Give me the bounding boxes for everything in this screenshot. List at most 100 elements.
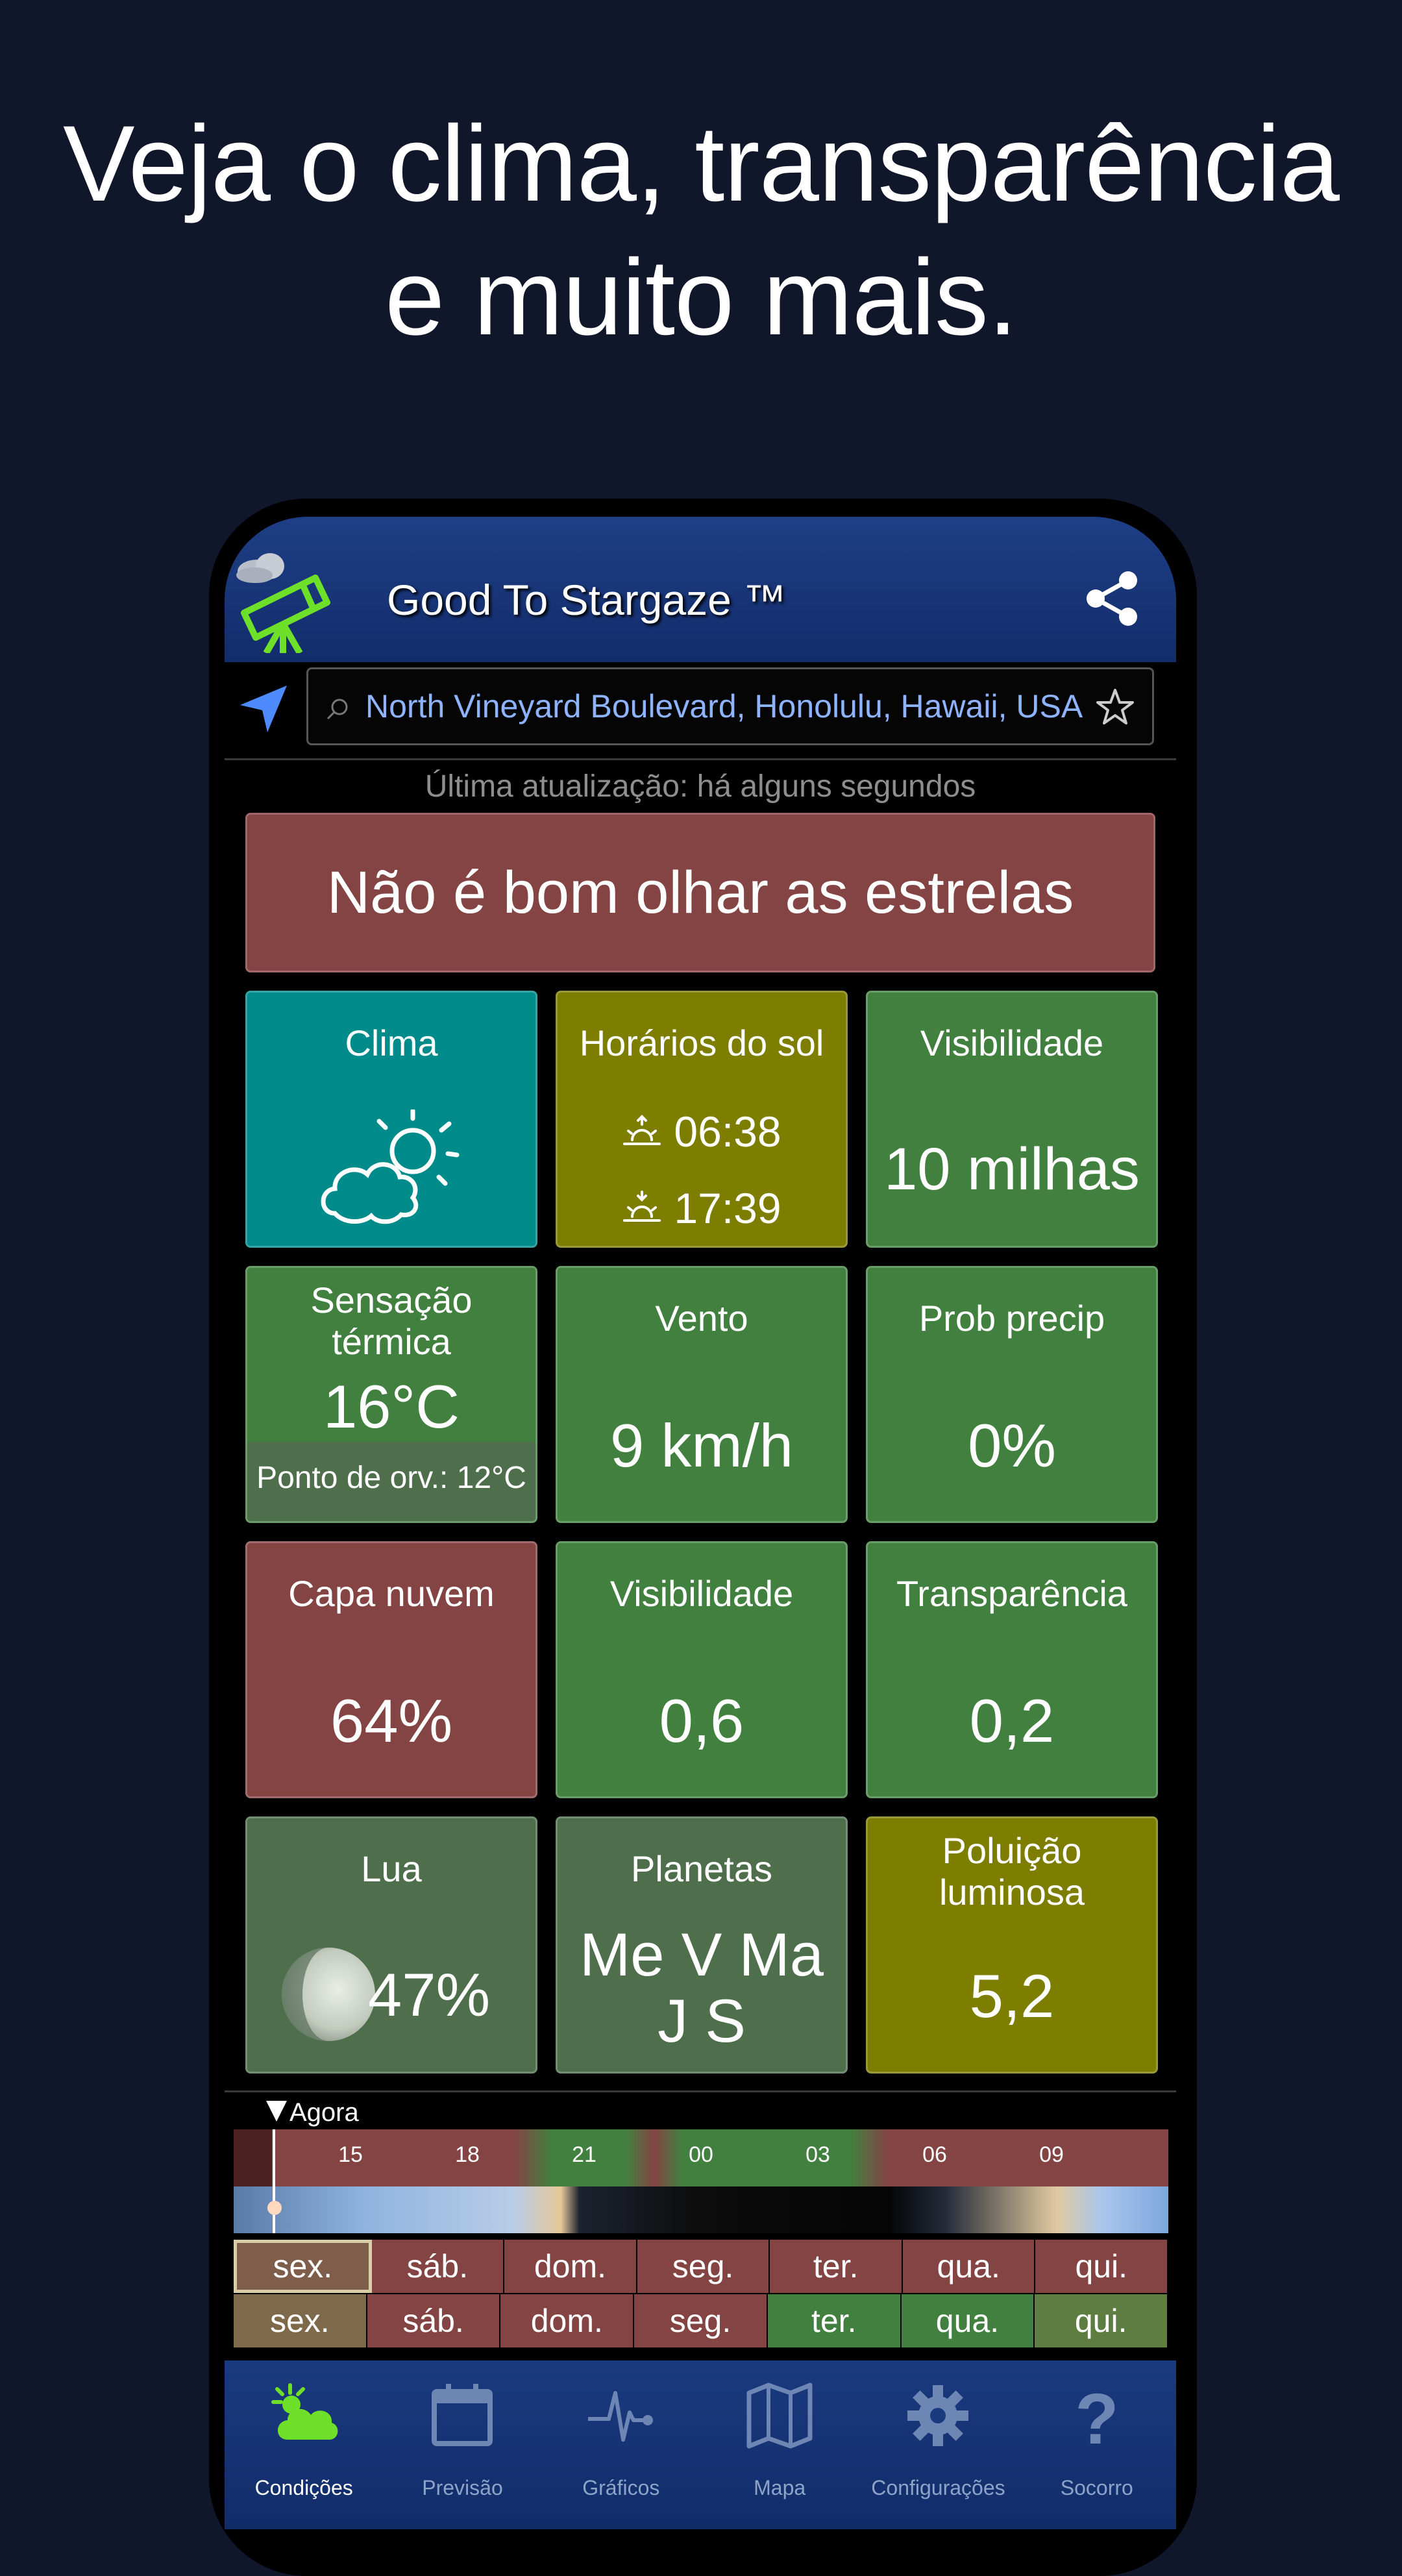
- gear-icon: [907, 2385, 969, 2446]
- tile-weather[interactable]: Clima: [245, 991, 537, 1248]
- tile-transparency[interactable]: Transparência 0,2: [866, 1541, 1158, 1798]
- day-tab-ter[interactable]: ter.: [767, 2294, 902, 2347]
- hour-label: 15: [338, 2142, 363, 2167]
- tile-planets[interactable]: Planetas Me V Ma J S: [556, 1816, 848, 2074]
- partly-cloudy-icon: [321, 1109, 460, 1224]
- tile-light-pollution-label: Poluição luminosa: [868, 1830, 1156, 1913]
- dew-point-band: Ponto de orv.: 12°C: [247, 1442, 535, 1521]
- search-icon: [326, 699, 348, 720]
- nav-map[interactable]: Mapa: [700, 2360, 859, 2529]
- app-title: Good To Stargaze ™: [387, 576, 787, 624]
- telescope-cloud-icon: [236, 553, 330, 653]
- nav-charts[interactable]: Gráficos: [542, 2360, 700, 2529]
- tile-moon-value: 47%: [367, 1961, 491, 2029]
- tile-cloud-label: Capa nuvem: [288, 1573, 495, 1614]
- day-selector-row-2: sex. sáb. dom. seg. ter. qua. qui.: [234, 2294, 1169, 2347]
- headline-line-2: e muito mais.: [384, 238, 1018, 358]
- tile-precip-value: 0%: [968, 1411, 1056, 1480]
- app-screen: Good To Stargaze ™ North Vineyard Boulev…: [225, 517, 1176, 2529]
- tile-weather-label: Clima: [345, 1022, 438, 1063]
- bottom-navigation: Condições Previsão Gráficos Mapa Configu…: [225, 2360, 1176, 2529]
- tile-seeing[interactable]: Visibilidade 0,6: [556, 1541, 848, 1798]
- tile-light-pollution-value: 5,2: [969, 1962, 1055, 2030]
- question-mark-icon: ?: [1075, 2380, 1118, 2451]
- day-tab-seg[interactable]: seg.: [637, 2240, 770, 2293]
- hour-label: 00: [689, 2142, 713, 2167]
- tile-seeing-label: Visibilidade: [609, 1573, 794, 1614]
- day-tab-sex[interactable]: sex.: [234, 2294, 367, 2347]
- nav-label: Socorro: [1060, 2476, 1133, 2499]
- now-marker-icon: [266, 2101, 287, 2122]
- share-icon[interactable]: [1081, 567, 1144, 630]
- day-tab-sex[interactable]: sex.: [234, 2240, 372, 2293]
- day-tab-dom[interactable]: dom.: [504, 2240, 637, 2293]
- day-tab-qui[interactable]: qui.: [1035, 2294, 1169, 2347]
- day-tab-qui[interactable]: qui.: [1035, 2240, 1169, 2293]
- tile-moon[interactable]: Lua 47%: [245, 1816, 537, 2074]
- day-tab-dom[interactable]: dom.: [500, 2294, 635, 2347]
- weather-conditions-icon: [271, 2383, 338, 2440]
- nav-label: Condições: [254, 2476, 353, 2499]
- tile-light-pollution[interactable]: Poluição luminosa 5,2: [866, 1816, 1158, 2074]
- sunrise-time: 06:38: [674, 1108, 781, 1156]
- tile-precip-label: Prob precip: [918, 1298, 1105, 1339]
- sunset-row: 17:39: [558, 1183, 846, 1233]
- sunrise-row: 06:38: [558, 1107, 846, 1156]
- tile-precip[interactable]: Prob precip 0%: [866, 1266, 1158, 1523]
- hour-label: 21: [572, 2142, 596, 2167]
- navigation-arrow-icon[interactable]: [238, 683, 289, 735]
- nav-label: Configurações: [871, 2476, 1005, 2499]
- tile-planets-label: Planetas: [631, 1848, 772, 1889]
- nav-forecast[interactable]: Previsão: [383, 2360, 541, 2529]
- hour-label: 18: [455, 2142, 480, 2167]
- nav-conditions[interactable]: Condições: [225, 2360, 383, 2529]
- app-bar: Good To Stargaze ™: [225, 517, 1176, 662]
- dew-point-text: Ponto de orv.: 12°C: [256, 1461, 526, 1495]
- light-pollution-label-line-1: Poluição: [942, 1830, 1082, 1871]
- headline-line-1: Veja o clima, transparência: [62, 104, 1340, 224]
- pulse-chart-icon: [587, 2391, 653, 2442]
- location-search-row: North Vineyard Boulevard, Honolulu, Hawa…: [225, 667, 1176, 750]
- tile-transparency-label: Transparência: [896, 1573, 1127, 1614]
- now-line: [273, 2129, 275, 2233]
- tile-cloud-value: 64%: [330, 1687, 453, 1755]
- tile-planets-line-2: J S: [658, 1987, 746, 2055]
- svg-text:?: ?: [1075, 2380, 1118, 2451]
- tile-visibility-label: Visibilidade: [920, 1022, 1104, 1063]
- sunset-icon: [623, 1191, 661, 1222]
- tile-wind-value: 9 km/h: [609, 1411, 794, 1480]
- sunset-time: 17:39: [674, 1184, 781, 1232]
- star-icon[interactable]: [1094, 686, 1137, 729]
- feels-like-label-line-1: Sensação: [310, 1280, 473, 1320]
- calendar-icon: [432, 2384, 493, 2446]
- tile-planets-line-1: Me V Ma: [579, 1920, 824, 1988]
- nav-label: Mapa: [754, 2476, 806, 2499]
- tile-visibility-distance[interactable]: Visibilidade 10 milhas: [866, 991, 1158, 1248]
- now-label: Agora: [289, 2098, 359, 2127]
- tile-wind-label: Vento: [655, 1298, 748, 1339]
- day-tab-ter[interactable]: ter.: [770, 2240, 903, 2293]
- nav-label: Previsão: [422, 2476, 503, 2499]
- divider: [225, 758, 1176, 760]
- day-tab-qua[interactable]: qua.: [901, 2294, 1035, 2347]
- tile-feels-like[interactable]: Sensação térmica 16°C Ponto de orv.: 12°…: [245, 1266, 537, 1523]
- stargazing-verdict[interactable]: Não é bom olhar as estrelas: [245, 813, 1155, 972]
- location-search-input[interactable]: North Vineyard Boulevard, Honolulu, Hawa…: [306, 667, 1154, 745]
- day-tab-seg[interactable]: seg.: [634, 2294, 768, 2347]
- hour-label: 09: [1039, 2142, 1064, 2167]
- map-icon: [746, 2383, 813, 2449]
- tile-sun-times[interactable]: Horários do sol 06:38 17:39: [556, 991, 848, 1248]
- tile-visibility-value: 10 milhas: [884, 1136, 1140, 1202]
- tile-seeing-value: 0,6: [659, 1687, 744, 1755]
- nav-help[interactable]: ? Socorro: [1018, 2360, 1176, 2529]
- day-tab-qua[interactable]: qua.: [902, 2240, 1036, 2293]
- hour-label: 03: [806, 2142, 830, 2167]
- day-tab-sab[interactable]: sáb.: [367, 2294, 501, 2347]
- tile-cloud-cover[interactable]: Capa nuvem 64%: [245, 1541, 537, 1798]
- tile-transparency-value: 0,2: [969, 1687, 1055, 1755]
- day-tab-sab[interactable]: sáb.: [371, 2240, 505, 2293]
- tile-feels-like-value: 16°C: [323, 1372, 460, 1441]
- nav-settings[interactable]: Configurações: [859, 2360, 1017, 2529]
- feels-like-label-line-2: térmica: [332, 1321, 451, 1362]
- tile-wind[interactable]: Vento 9 km/h: [556, 1266, 848, 1523]
